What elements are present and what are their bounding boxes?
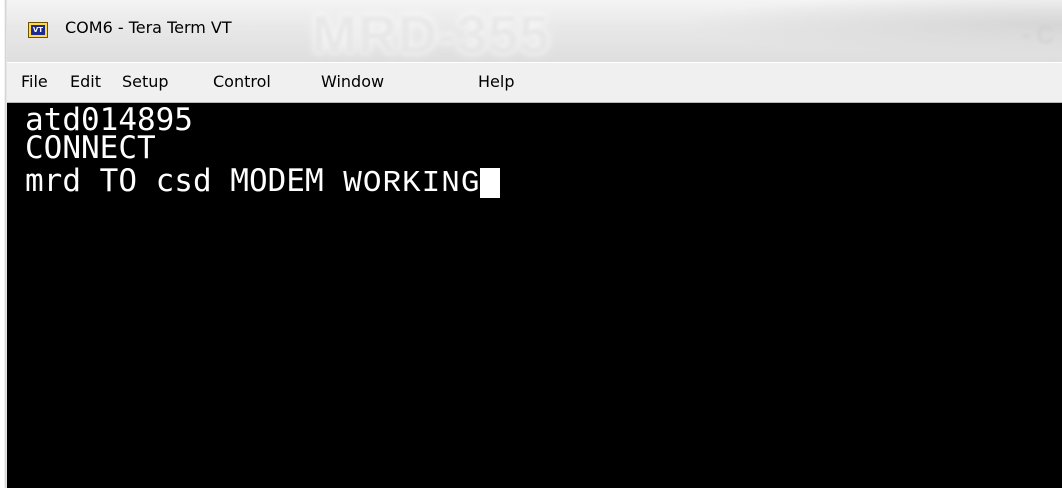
terminal-line-current: mrd TO csd MODEM WORKING	[25, 163, 501, 201]
menu-bar: File Edit Setup Control Window Help	[7, 62, 1062, 102]
terminal-line-text: mrd TO csd MODEM	[25, 163, 324, 199]
tera-term-window: MRD-355 - C VT COM6 - Tera Term VT File …	[0, 0, 1062, 488]
menu-control[interactable]: Control	[213, 69, 271, 95]
menu-help[interactable]: Help	[478, 69, 514, 95]
terminal-screen[interactable]: atd014895 CONNECT mrd TO csd MODEM WORKI…	[7, 103, 1062, 488]
terminal-line: CONNECT	[25, 130, 156, 166]
window-title: COM6 - Tera Term VT	[65, 18, 232, 37]
window-left-border	[0, 0, 7, 488]
menu-edit[interactable]: Edit	[70, 69, 101, 95]
terminal-cursor	[480, 168, 501, 198]
title-bar[interactable]: MRD-355 - C VT COM6 - Tera Term VT	[7, 0, 1062, 62]
terminal-working-text: WORKING	[324, 166, 481, 201]
menu-file[interactable]: File	[21, 69, 48, 95]
title-bar-background-watermark: MRD-355	[312, 5, 551, 62]
menu-setup[interactable]: Setup	[122, 69, 169, 95]
working-label: WORKING	[343, 166, 481, 201]
title-bar-glow	[607, 0, 1062, 62]
menu-window[interactable]: Window	[321, 69, 384, 95]
tera-term-vt-icon[interactable]: VT	[28, 22, 48, 38]
app-icon-label: VT	[31, 25, 45, 35]
title-bar-background-smudge: - C	[1022, 22, 1054, 49]
